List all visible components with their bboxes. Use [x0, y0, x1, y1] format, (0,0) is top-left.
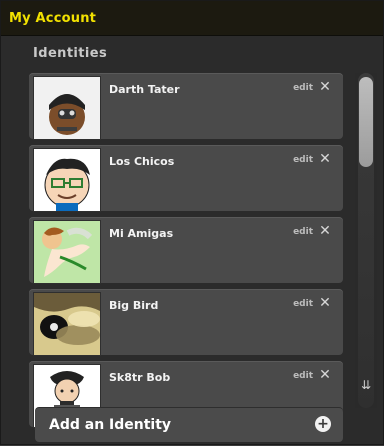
my-account-panel: My Account Identities Darth Tater edit ✕: [0, 0, 384, 445]
close-icon[interactable]: ✕: [317, 223, 333, 239]
close-icon[interactable]: ✕: [317, 79, 333, 95]
identity-avatar: [33, 148, 101, 212]
avatar-image-los-chicos: [34, 149, 100, 211]
edit-link[interactable]: edit: [293, 83, 313, 93]
plus-circle-icon: +: [315, 416, 331, 432]
identities-list: Darth Tater edit ✕ Los Chicos edit ✕ Mi …: [29, 73, 343, 446]
edit-link[interactable]: edit: [293, 371, 313, 381]
identity-card[interactable]: Los Chicos edit ✕: [29, 145, 343, 212]
add-identity-button[interactable]: Add an Identity +: [35, 408, 343, 442]
identity-name: Mi Amigas: [109, 227, 174, 240]
identity-name: Los Chicos: [109, 155, 175, 168]
scroll-thumb[interactable]: [359, 77, 373, 167]
add-identity-label: Add an Identity: [49, 417, 172, 433]
identities-scrollbar[interactable]: ⇊: [355, 73, 377, 408]
identity-name: Darth Tater: [109, 83, 180, 96]
edit-link[interactable]: edit: [293, 299, 313, 309]
double-chevron-down-icon[interactable]: ⇊: [359, 377, 373, 393]
close-icon[interactable]: ✕: [317, 367, 333, 383]
identity-name: Big Bird: [109, 299, 159, 312]
close-icon[interactable]: ✕: [317, 295, 333, 311]
panel-header: My Account: [1, 1, 383, 36]
identities-section-title: Identities: [33, 46, 108, 61]
close-icon[interactable]: ✕: [317, 151, 333, 167]
edit-link[interactable]: edit: [293, 227, 313, 237]
identity-name: Sk8tr Bob: [109, 371, 171, 384]
avatar-image-mi-amigas: [34, 221, 100, 283]
panel-title: My Account: [9, 11, 97, 26]
edit-link[interactable]: edit: [293, 155, 313, 165]
avatar-image-darth-tater: [34, 77, 100, 139]
identity-avatar: [33, 292, 101, 356]
identity-card[interactable]: Mi Amigas edit ✕: [29, 217, 343, 284]
identity-avatar: [33, 76, 101, 140]
identity-card[interactable]: Big Bird edit ✕: [29, 289, 343, 356]
avatar-image-big-bird: [34, 293, 100, 355]
identity-avatar: [33, 220, 101, 284]
identity-card[interactable]: Darth Tater edit ✕: [29, 73, 343, 140]
